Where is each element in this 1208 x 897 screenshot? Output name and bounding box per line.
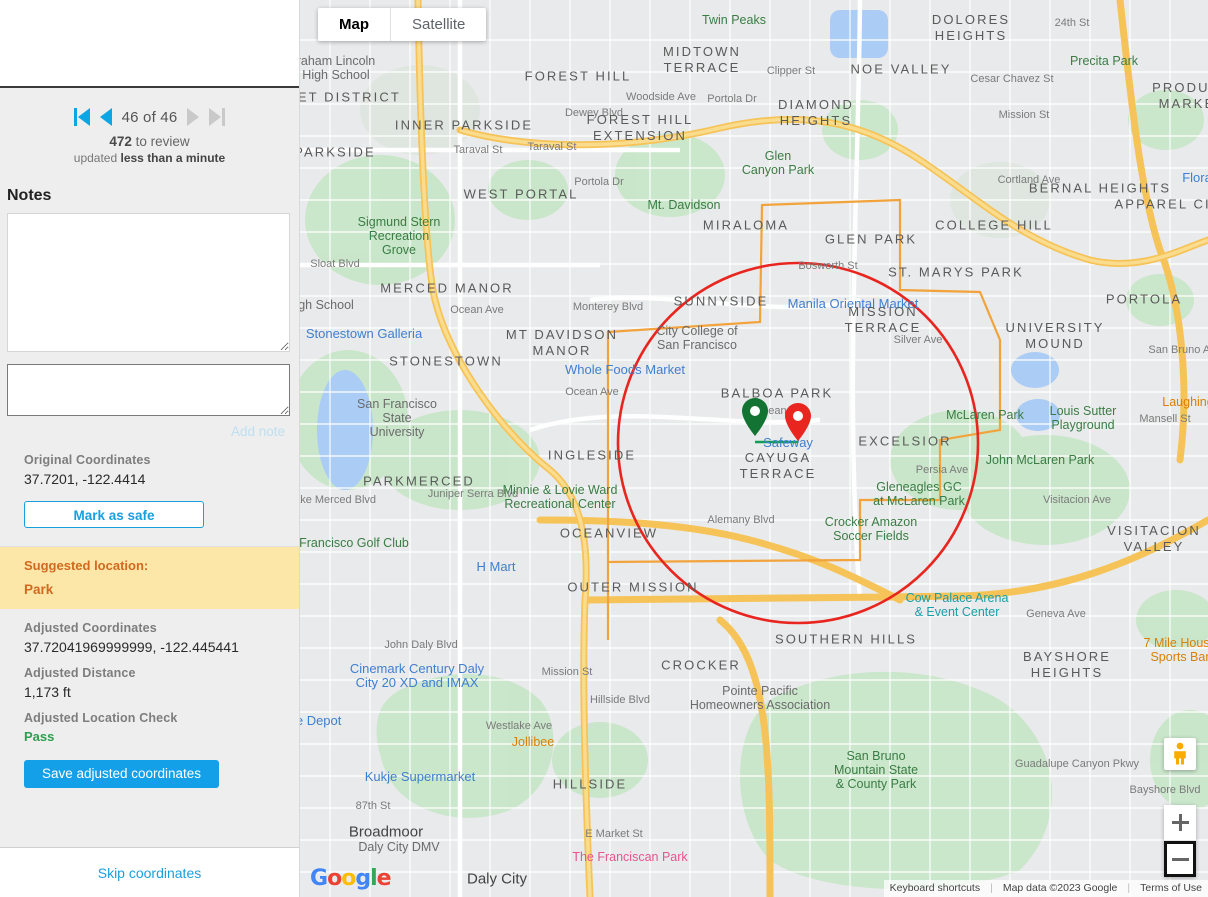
map-data-text: Map data ©2023 Google [1003, 882, 1118, 894]
add-note-button[interactable]: Add note [0, 424, 285, 439]
previous-page-icon[interactable] [100, 108, 112, 126]
save-adjusted-coordinates-button[interactable]: Save adjusted coordinates [24, 760, 219, 788]
suggested-location-label: Suggested location: [24, 558, 299, 573]
pager-label: 46 of 46 [122, 109, 178, 126]
updated-line: updated less than a minute [0, 151, 299, 165]
new-note-textarea[interactable] [7, 364, 290, 416]
map-base-graphics [300, 0, 1208, 897]
sidebar-header-blank [0, 0, 299, 88]
map-attribution: Keyboard shortcuts | Map data ©2023 Goog… [884, 880, 1208, 897]
sidebar-content: 46 of 46 472 to review updated less than… [0, 88, 299, 847]
review-suffix: to review [132, 134, 190, 149]
skip-coordinates-button[interactable]: Skip coordinates [98, 865, 202, 881]
map-canvas[interactable]: Twin PeaksDOLORESHEIGHTS24th StMIDTOWNTE… [300, 0, 1208, 897]
adjusted-coordinates-value: 37.72041969999999, -122.445441 [24, 639, 299, 655]
review-count: 472 [109, 134, 132, 149]
original-coordinates-value: 37.7201, -122.4414 [24, 471, 299, 487]
suggested-location-value: Park [24, 582, 299, 597]
attribution-separator-2: | [1127, 882, 1130, 894]
adjusted-coordinates-label: Adjusted Coordinates [24, 621, 299, 635]
updated-value: less than a minute [121, 151, 226, 165]
coordinate-review-app: 46 of 46 472 to review updated less than… [0, 0, 1208, 897]
map-type-toggle[interactable]: Map Satellite [318, 8, 486, 41]
adjusted-location-check-label: Adjusted Location Check [24, 711, 299, 725]
attribution-separator-1: | [990, 882, 993, 894]
suggested-location-banner: Suggested location: Park [0, 546, 299, 609]
notes-textarea[interactable] [7, 213, 290, 352]
adjusted-location-check-value: Pass [24, 729, 299, 744]
mark-as-safe-button[interactable]: Mark as safe [24, 501, 204, 528]
sidebar: 46 of 46 472 to review updated less than… [0, 0, 300, 897]
zoom-in-icon[interactable] [1164, 805, 1196, 841]
zoom-out-icon[interactable] [1164, 841, 1196, 877]
google-logo: Google [310, 866, 391, 891]
terms-of-use-link[interactable]: Terms of Use [1140, 882, 1202, 894]
keyboard-shortcuts-link[interactable]: Keyboard shortcuts [890, 882, 980, 894]
adjusted-distance-value: 1,173 ft [24, 684, 299, 700]
map-type-map-button[interactable]: Map [318, 8, 391, 41]
record-pager: 46 of 46 [0, 88, 299, 126]
updated-prefix: updated [74, 151, 121, 165]
first-page-icon[interactable] [74, 108, 90, 126]
map-type-satellite-button[interactable]: Satellite [391, 8, 486, 41]
next-page-icon [187, 108, 199, 126]
sidebar-footer: Skip coordinates [0, 847, 299, 897]
original-coordinates-label: Original Coordinates [24, 453, 299, 467]
pegman-glyph [1170, 742, 1190, 766]
last-page-icon [209, 108, 225, 126]
zoom-controls[interactable] [1164, 805, 1196, 877]
notes-heading: Notes [7, 187, 299, 205]
adjusted-distance-label: Adjusted Distance [24, 666, 299, 680]
review-count-line: 472 to review [0, 134, 299, 149]
street-view-pegman-icon[interactable] [1164, 738, 1196, 770]
